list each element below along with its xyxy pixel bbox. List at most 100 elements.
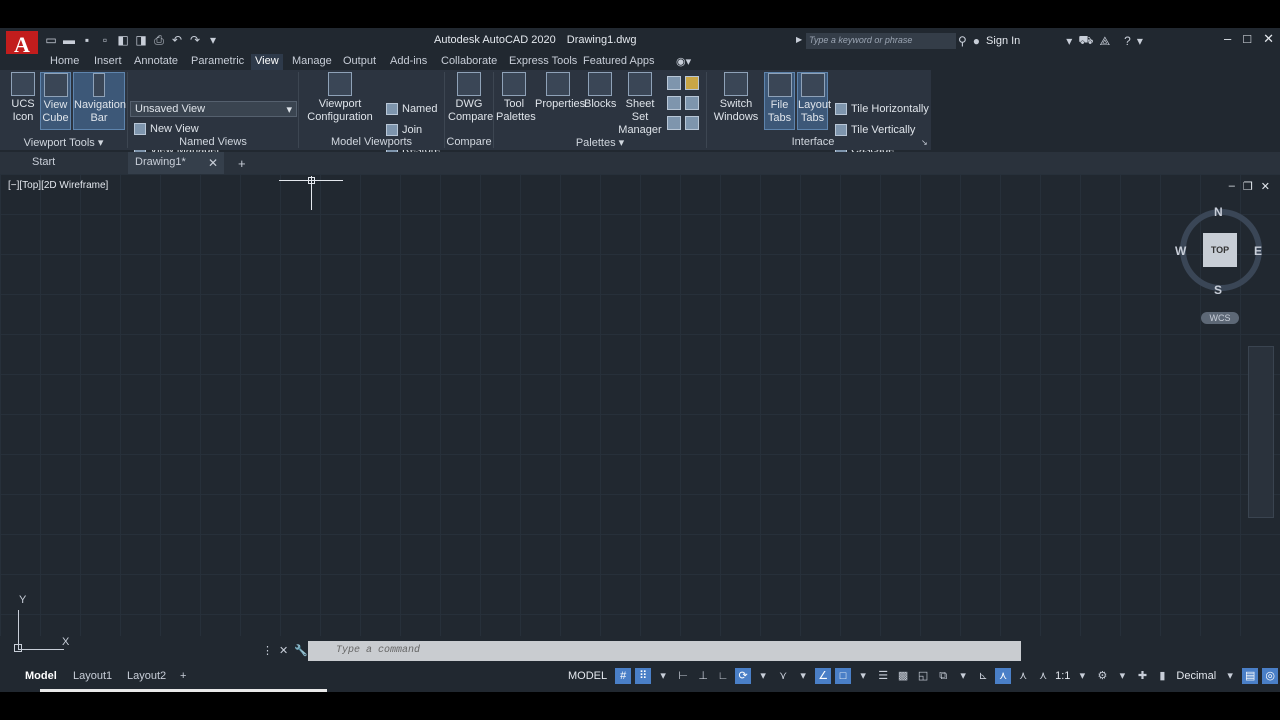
export-icon[interactable]: ◨	[134, 33, 148, 47]
ucs-icon-button[interactable]: UCS Icon	[8, 72, 38, 130]
isodraft-icon[interactable]: ⋎	[775, 668, 791, 684]
sign-in-dropdown-icon[interactable]: ▾	[1066, 34, 1072, 48]
join-button[interactable]: Join	[386, 124, 422, 136]
tab-express-tools[interactable]: Express Tools	[509, 54, 577, 70]
new-view-button[interactable]: New View	[134, 123, 199, 135]
viewcube-top-face[interactable]: TOP	[1203, 233, 1237, 267]
infer-constraints-icon[interactable]: ⊢	[675, 668, 691, 684]
new-tab-icon[interactable]: +	[238, 152, 246, 174]
palette-icon[interactable]	[667, 116, 681, 130]
units-dropdown-icon[interactable]: ▾	[1222, 668, 1238, 684]
view-cube-button[interactable]: View Cube	[40, 72, 71, 130]
new-icon[interactable]: ▭	[44, 33, 58, 47]
wcs-menu[interactable]: WCS	[1201, 312, 1239, 324]
binoculars-icon[interactable]: ⚲	[958, 34, 967, 48]
dynamic-ucs-icon[interactable]: ⊾	[975, 668, 991, 684]
customize-wrench-icon[interactable]: 🔧	[294, 644, 308, 657]
units-value[interactable]: Decimal	[1176, 670, 1216, 682]
plot-icon[interactable]: ⎙	[152, 33, 166, 47]
annotation-scale-value[interactable]: 1:1	[1055, 670, 1070, 682]
workspace-gear-icon[interactable]: ⚙	[1094, 668, 1110, 684]
tab-add-ins[interactable]: Add-ins	[390, 54, 427, 70]
tab-collaborate[interactable]: Collaborate	[441, 54, 497, 70]
panel-viewport-tools[interactable]: Viewport Tools ▾	[0, 136, 127, 150]
undo-icon[interactable]: ↶	[170, 33, 184, 47]
palette-icon[interactable]	[685, 116, 699, 130]
connect-icon[interactable]: ⟁	[1099, 34, 1110, 49]
navigation-bar-button[interactable]: Navigation Bar	[73, 72, 126, 130]
polar-tracking-icon[interactable]: ⟳	[735, 668, 752, 684]
3d-osnap-icon[interactable]: ⧉	[935, 668, 951, 684]
tab-view[interactable]: View	[251, 54, 283, 70]
layout-tab-model[interactable]: Model	[25, 670, 57, 682]
web-mobile-icon[interactable]: ◧	[116, 33, 130, 47]
help-icon[interactable]: ?	[1124, 34, 1131, 48]
save-icon[interactable]: ▪	[80, 33, 94, 47]
navigation-bar[interactable]	[1248, 346, 1274, 518]
selection-cycling-icon[interactable]: ◱	[915, 668, 931, 684]
drawing-area[interactable]	[0, 174, 1280, 636]
compass-east[interactable]: E	[1254, 244, 1262, 258]
file-tab-start[interactable]: Start	[32, 152, 112, 174]
tab-annotate[interactable]: Annotate	[134, 54, 178, 70]
palette-icon[interactable]	[667, 96, 681, 110]
ortho-icon[interactable]: ∟	[715, 668, 731, 684]
customize-qat-icon[interactable]: ▾	[206, 33, 220, 47]
tool-palettes-button[interactable]: Tool Palettes	[496, 72, 536, 130]
help-dropdown-icon[interactable]: ▾	[1137, 34, 1143, 48]
tile-horizontally-button[interactable]: Tile Horizontally	[835, 103, 929, 115]
maximize-icon[interactable]: □	[1243, 31, 1251, 47]
polar-dropdown-icon[interactable]: ▾	[755, 668, 771, 684]
viewport-restore-icon[interactable]: ❐	[1243, 180, 1253, 193]
properties-button[interactable]: Properties	[535, 72, 585, 130]
redo-icon[interactable]: ↷	[188, 33, 202, 47]
workspace-dropdown-icon[interactable]: ▾	[1114, 668, 1130, 684]
viewport-minimize-icon[interactable]: –	[1229, 180, 1235, 193]
close-tab-icon[interactable]: ✕	[208, 156, 218, 170]
units-icon[interactable]: ▮	[1154, 668, 1170, 684]
dynamic-input-icon[interactable]: ⊥	[695, 668, 711, 684]
search-input[interactable]: Type a keyword or phrase	[806, 33, 956, 49]
save-as-icon[interactable]: ▫	[98, 33, 112, 47]
palette-icon[interactable]	[685, 96, 699, 110]
compass-south[interactable]: S	[1214, 283, 1222, 297]
dwg-compare-button[interactable]: DWG Compare	[448, 72, 493, 130]
osnap-dropdown-icon[interactable]: ▾	[855, 668, 871, 684]
layout-tabs-button[interactable]: Layout Tabs	[797, 72, 831, 130]
grid-icon[interactable]: #	[615, 668, 632, 684]
sign-in-button[interactable]: Sign In	[986, 35, 1020, 47]
auto-scale-icon[interactable]: ⋏	[1015, 668, 1031, 684]
lineweight-icon[interactable]: ☰	[875, 668, 891, 684]
tile-vertically-button[interactable]: Tile Vertically	[835, 124, 915, 136]
viewport-controls-label[interactable]: [−][Top][2D Wireframe]	[8, 180, 108, 191]
close-icon[interactable]: ✕	[1263, 31, 1274, 47]
ribbon-options-icon[interactable]: ◉▾	[676, 54, 691, 70]
named-viewports-button[interactable]: Named	[386, 103, 437, 115]
palette-icon[interactable]	[667, 76, 681, 90]
layout-tab-layout1[interactable]: Layout1	[73, 670, 112, 682]
transparency-icon[interactable]: ▩	[895, 668, 911, 684]
tab-home[interactable]: Home	[50, 54, 79, 70]
annotation-scale-icon[interactable]: ⋏	[1035, 668, 1051, 684]
close-command-icon[interactable]: ✕	[279, 644, 288, 657]
model-space-toggle[interactable]: MODEL	[568, 670, 607, 682]
annotation-monitor-icon[interactable]: ✚	[1134, 668, 1150, 684]
blocks-button[interactable]: Blocks	[584, 72, 616, 130]
quick-properties-icon[interactable]: ▤	[1242, 668, 1259, 684]
user-icon[interactable]: ●	[973, 34, 980, 48]
compass-west[interactable]: W	[1175, 244, 1186, 258]
snap-icon[interactable]: ⠿	[635, 668, 652, 684]
viewport-close-icon[interactable]: ✕	[1261, 180, 1270, 193]
object-snap-tracking-icon[interactable]: ∠	[815, 668, 832, 684]
open-icon[interactable]: ▬	[62, 33, 76, 47]
file-tab-drawing1[interactable]: Drawing1* ✕	[128, 152, 224, 174]
compass-north[interactable]: N	[1214, 205, 1223, 219]
cart-icon[interactable]: ⛟	[1078, 33, 1093, 49]
graphics-performance-icon[interactable]: ◎	[1262, 668, 1279, 684]
3d-osnap-dropdown-icon[interactable]: ▾	[955, 668, 971, 684]
snap-dropdown-icon[interactable]: ▾	[655, 668, 671, 684]
palette-icon[interactable]	[685, 76, 699, 90]
search-expand-icon[interactable]: ▶	[796, 35, 802, 44]
tab-manage[interactable]: Manage	[292, 54, 332, 70]
file-tabs-button[interactable]: File Tabs	[764, 72, 795, 130]
